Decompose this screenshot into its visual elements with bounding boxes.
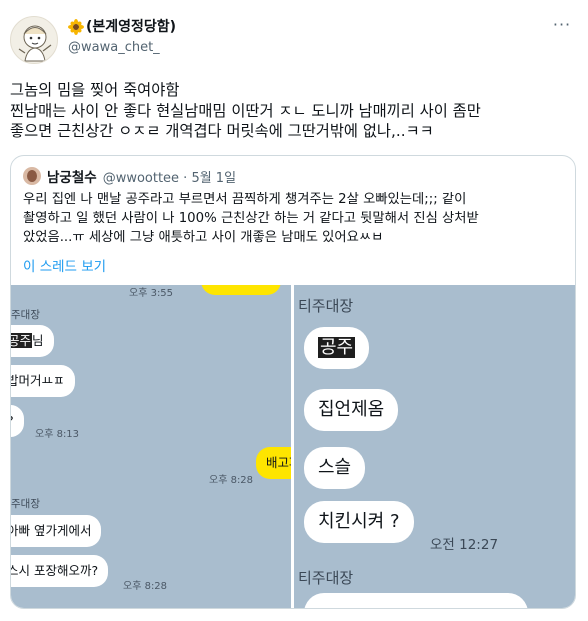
chat-bubble: ? [11,405,24,437]
quoted-tweet-card[interactable]: 남궁철수 @wwoottee · 5월 1일 우리 집엔 나 맨날 공주라고 부… [10,155,576,609]
chat-time: 오후 8:13 [35,429,80,440]
chat-bubble: 밥머거ㅛㅍ [11,365,75,397]
chat-bubble: 치킨시켜 ? [304,501,414,543]
chat-time: 오후 8:28 [123,581,168,592]
quote-media-image[interactable]: 오후 3:55 주대장 공주님 밥머거ㅛㅍ ? 오후 8:13 오후 8:28 … [11,285,575,608]
quote-header: 남궁철수 @wwoottee · 5월 1일 [23,166,236,186]
chat-time: 오후 8:28 [209,475,254,486]
chat-bubble [304,593,528,608]
chat-sender: 티주대장 [298,569,354,587]
chat-time: 오전 12:27 [430,537,499,553]
sunflower-icon [68,19,84,35]
chat-bubble: 공주님 [11,325,54,357]
tweet-header: (본계영정당함) @wawa_chet_ ··· [0,0,588,78]
avatar-illustration [18,25,52,62]
quote-text: 우리 집엔 나 맨날 공주라고 부르면서 끔찍하게 챙겨주는 2살 오빠있는데;… [23,192,479,245]
quote-author-handle: @wwoottee · 5월 1일 [102,170,237,186]
chat-sender: 주대장 [11,498,40,510]
author-display-name-text: (본계영정당함) [86,19,177,35]
chat-sender: 주대장 [11,309,40,321]
quote-author-avatar[interactable] [23,167,41,185]
more-icon[interactable]: ··· [550,17,574,36]
chat-bubble: 공주 [304,327,370,369]
quote-author-name[interactable]: 남궁철수 [47,166,97,186]
highlighted-word: 공주 [318,337,356,358]
chat-sender: 티주대장 [298,297,354,315]
tweet-text: 그놈의 밈을 찢어 죽여야함 찐남매는 사이 안 좋다 현실남매밈 이딴거 ㅈㄴ… [10,81,481,140]
chat-bubble: 집언제옴 [304,389,399,431]
chat-bubble: 스슬 [304,447,366,489]
highlighted-word: 공주 [11,333,33,348]
chat-bubble-text: 님 [32,333,44,348]
author-handle[interactable]: @wawa_chet_ [68,40,176,56]
chat-time: 오후 3:55 [129,288,174,299]
author-display-name[interactable]: (본계영정당함) [68,18,176,36]
chat-bubble-mine [201,285,281,295]
chat-bubble: 아빠 옆가게에서 [11,515,102,547]
chat-screenshot-right: 티주대장 공주 집언제옴 스슬 치킨시켜 ? 오전 12:27 티주대장 [294,285,575,608]
author-avatar[interactable] [10,16,58,64]
chat-bubble: 스시 포장해오까? [11,555,109,587]
chat-bubble-mine: 배고파 [256,447,291,479]
chat-screenshot-left: 오후 3:55 주대장 공주님 밥머거ㅛㅍ ? 오후 8:13 오후 8:28 … [11,285,291,608]
author-names: (본계영정당함) @wawa_chet_ [68,18,176,56]
show-thread-link[interactable]: 이 스레드 보기 [23,255,106,275]
